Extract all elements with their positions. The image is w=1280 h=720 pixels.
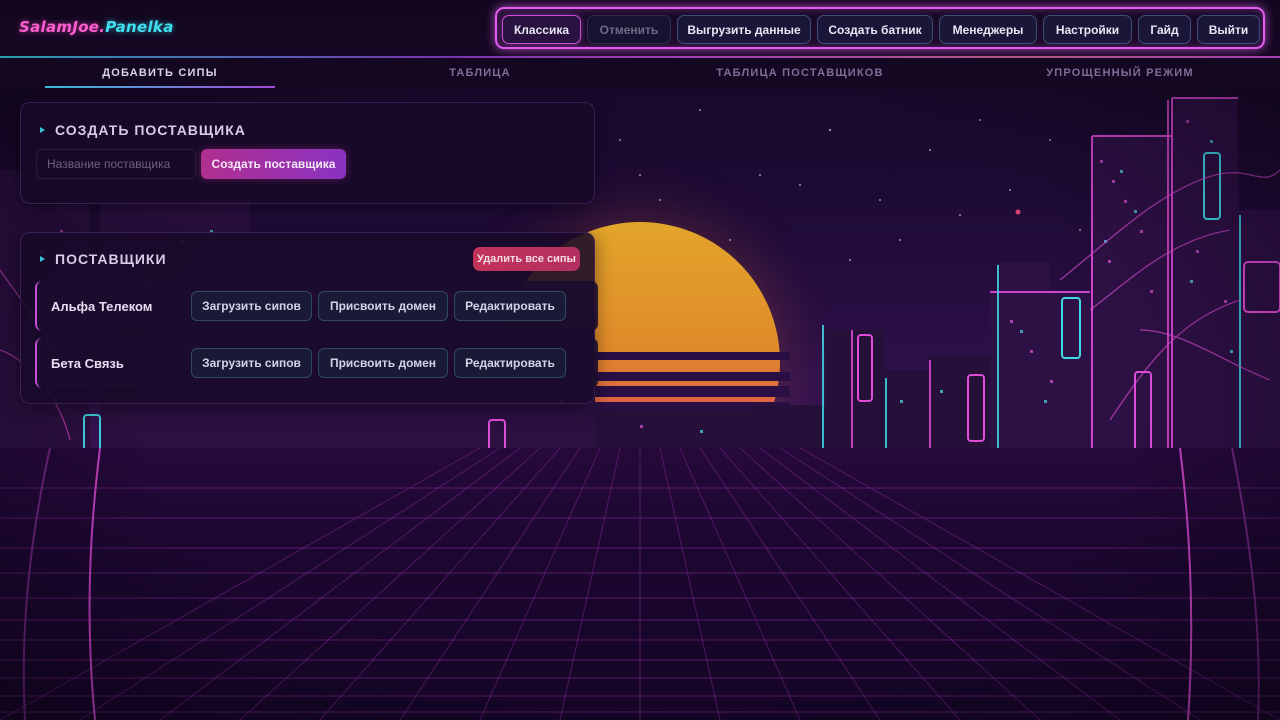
nav-undo-button[interactable]: Отменить: [587, 15, 671, 44]
supplier-name: Альфа Телеком: [51, 298, 153, 314]
load-sips-button[interactable]: Загрузить сипов: [191, 348, 312, 378]
tab-simple-mode[interactable]: УПРОЩЕННЫЙ РЕЖИМ: [960, 58, 1280, 88]
tab-bar: ДОБАВИТЬ СИПЫ ТАБЛИЦА ТАБЛИЦА ПОСТАВЩИКО…: [0, 58, 1280, 88]
assign-domain-button[interactable]: Присвоить домен: [318, 348, 448, 378]
nav-classic-button[interactable]: Классика: [502, 15, 581, 44]
delete-all-sips-button[interactable]: Удалить все сипы: [473, 247, 580, 271]
active-tab-indicator: [45, 86, 275, 88]
tab-table[interactable]: ТАБЛИЦА: [320, 58, 640, 88]
supplier-row: Бета Связь Загрузить сипов Присвоить дом…: [35, 338, 598, 388]
nav-settings-button[interactable]: Настройки: [1043, 15, 1132, 44]
edit-supplier-button[interactable]: Редактировать: [454, 348, 566, 378]
suppliers-panel: ПОСТАВЩИКИ Удалить все сипы Альфа Телеко…: [20, 232, 598, 404]
section-arrow-icon: [40, 127, 45, 133]
assign-domain-button[interactable]: Присвоить домен: [318, 291, 448, 321]
logo-text-primary: SalamJoe.: [19, 18, 106, 36]
create-supplier-panel: СОЗДАТЬ ПОСТАВЩИКА Создать поставщика: [20, 102, 595, 204]
tab-add-sips[interactable]: ДОБАВИТЬ СИПЫ: [0, 58, 320, 88]
logo-text-secondary: Panelka: [105, 18, 174, 36]
nav-managers-button[interactable]: Менеджеры: [939, 15, 1037, 44]
nav-logout-button[interactable]: Выйти: [1197, 15, 1260, 44]
suppliers-title: ПОСТАВЩИКИ: [55, 251, 167, 267]
create-supplier-button[interactable]: Создать поставщика: [201, 149, 346, 179]
nav-guide-button[interactable]: Гайд: [1138, 15, 1191, 44]
section-arrow-icon: [40, 256, 45, 262]
top-nav-bar: Классика Отменить Выгрузить данные Созда…: [495, 7, 1265, 49]
supplier-name: Бета Связь: [51, 355, 124, 371]
supplier-name-input[interactable]: [36, 149, 196, 179]
edit-supplier-button[interactable]: Редактировать: [454, 291, 566, 321]
top-header: SalamJoe.Panelka Классика Отменить Выгру…: [0, 0, 1280, 56]
nav-export-data-button[interactable]: Выгрузить данные: [677, 15, 811, 44]
app-logo: SalamJoe.Panelka: [19, 18, 174, 36]
supplier-row: Альфа Телеком Загрузить сипов Присвоить …: [35, 281, 598, 331]
load-sips-button[interactable]: Загрузить сипов: [191, 291, 312, 321]
nav-create-batch-button[interactable]: Создать батник: [817, 15, 933, 44]
tab-suppliers-table[interactable]: ТАБЛИЦА ПОСТАВЩИКОВ: [640, 58, 960, 88]
create-supplier-title: СОЗДАТЬ ПОСТАВЩИКА: [55, 122, 246, 138]
